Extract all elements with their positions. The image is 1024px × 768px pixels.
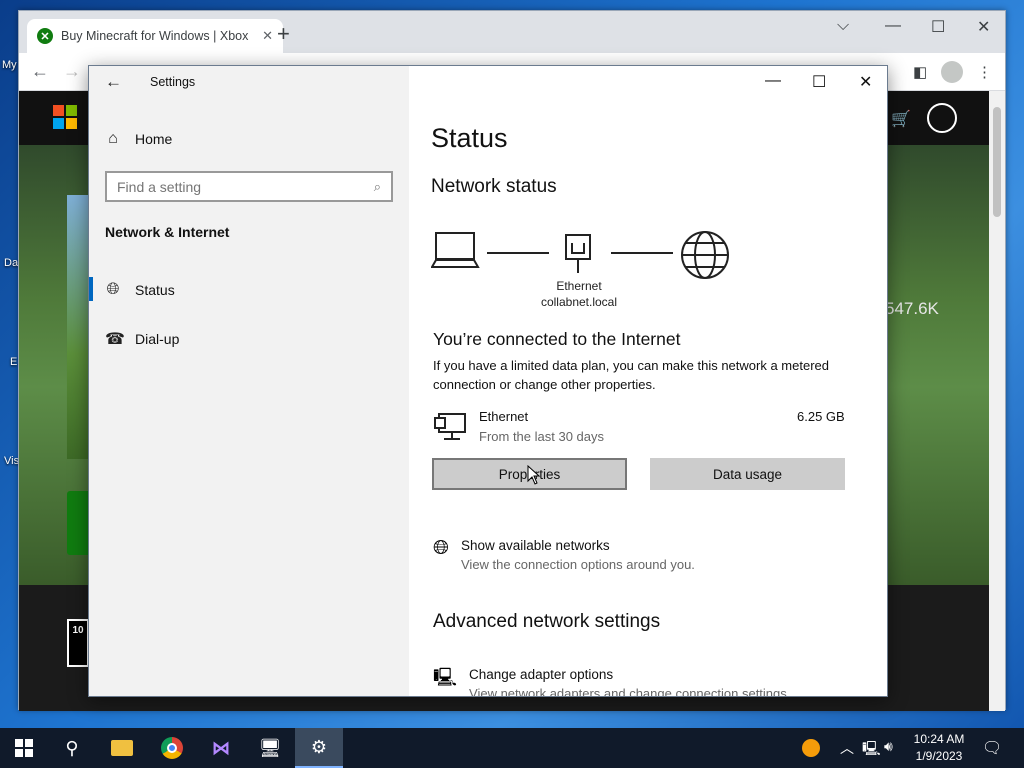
nav-item-dialup[interactable]: ☎︎ Dial-up xyxy=(105,329,179,349)
adapter-options-title[interactable]: Change adapter options xyxy=(469,667,790,682)
back-arrow-icon[interactable]: ← xyxy=(105,72,122,92)
dialup-phone-icon: ☎︎ xyxy=(105,331,125,348)
page-scrollbar[interactable] xyxy=(989,91,1005,711)
settings-content: — ☐ ✕ Status Network status Ethernet col… xyxy=(409,66,887,697)
adapter-options-desc: View network adapters and change connect… xyxy=(469,686,791,697)
network-tray-icon[interactable]: 🖳︎ xyxy=(862,738,881,762)
show-networks-link[interactable]: 🌐︎ Show available networks View the conn… xyxy=(433,538,695,572)
computer-icon xyxy=(431,232,480,268)
browser-tab-bar: ✕ Buy Minecraft for Windows | Xbox ✕ + ⌵… xyxy=(19,11,1005,53)
section-heading: Network & Internet xyxy=(105,224,230,240)
desktop-icon-label[interactable]: My xyxy=(2,59,17,71)
connection-line xyxy=(487,252,549,254)
cart-icon[interactable]: 🛒 xyxy=(891,109,911,129)
active-indicator xyxy=(89,277,93,301)
chrome-icon[interactable] xyxy=(148,728,196,768)
close-icon[interactable]: ✕ xyxy=(859,72,872,92)
settings-window: ← Settings ⌂ Home ⌕ Network & Internet 🌐… xyxy=(88,65,888,697)
ethernet-period: From the last 30 days xyxy=(479,429,604,444)
ethernet-name: Ethernet xyxy=(479,409,529,424)
tab-search-icon[interactable]: ⌵ xyxy=(837,17,849,35)
window-title: Settings xyxy=(150,75,196,89)
nav-home-label: Home xyxy=(135,131,173,147)
microsoft-logo-icon[interactable] xyxy=(53,105,77,129)
clock[interactable]: 10:24 AM 1/9/2023 xyxy=(906,731,972,765)
maximize-icon[interactable]: ☐ xyxy=(812,72,826,92)
nav-item-status[interactable]: 🌐︎ Status xyxy=(105,281,175,299)
start-button[interactable] xyxy=(0,728,48,768)
ethernet-usage: 6.25 GB xyxy=(797,409,845,424)
more-menu-icon[interactable]: ⋮ xyxy=(977,63,992,81)
nav-item-label: Dial-up xyxy=(135,331,180,347)
domain-label: collabnet.local xyxy=(540,295,618,309)
show-networks-title[interactable]: Show available networks xyxy=(461,538,695,553)
desktop-icon-label[interactable]: Da xyxy=(4,257,18,269)
desktop-icon-label[interactable]: Vis xyxy=(4,455,19,467)
adapter-monitor-icon: 🖳︎ xyxy=(433,667,458,687)
close-tab-icon[interactable]: ✕ xyxy=(262,28,273,44)
clock-time: 10:24 AM xyxy=(913,732,965,746)
ratings-count: 547.6K xyxy=(885,299,939,318)
search-icon[interactable]: ⌕ xyxy=(374,179,381,195)
chevron-up-icon[interactable]: ︿ xyxy=(840,738,854,758)
file-explorer-icon[interactable] xyxy=(98,728,146,768)
data-usage-button[interactable]: Data usage xyxy=(650,458,845,490)
adapter-options-link[interactable]: 🖳︎ Change adapter options View network a… xyxy=(433,667,791,697)
settings-sidebar: ← Settings ⌂ Home ⌕ Network & Internet 🌐… xyxy=(89,66,409,696)
connection-line xyxy=(611,252,673,254)
adapter-label: Ethernet xyxy=(556,279,602,293)
profile-avatar[interactable] xyxy=(941,61,963,83)
xbox-icon: ✕ xyxy=(37,28,53,44)
browser-tab[interactable]: ✕ Buy Minecraft for Windows | Xbox ✕ xyxy=(27,19,283,53)
back-icon[interactable]: ← xyxy=(31,61,49,82)
search-icon[interactable]: ⚲ xyxy=(48,728,96,768)
ethernet-icon xyxy=(565,234,591,273)
rating-badge: 10 xyxy=(67,619,89,667)
internet-globe-icon xyxy=(681,231,729,279)
minimize-icon[interactable]: — xyxy=(885,17,901,35)
side-panel-icon[interactable]: ◧ xyxy=(913,63,927,81)
browser-tab-title: Buy Minecraft for Windows | Xbox xyxy=(61,29,249,43)
nav-home[interactable]: ⌂ Home xyxy=(105,130,172,148)
taskbar: ⚲ ⋈ 🖥︎ ⚙ ︿ 🖳︎ 🔊︎ 10:24 AM 1/9/2023 🗨︎ xyxy=(0,728,1024,768)
scrollbar-thumb[interactable] xyxy=(993,107,1001,217)
mouse-cursor-icon xyxy=(527,465,541,485)
globe-icon: 🌐︎ xyxy=(106,281,120,298)
nav-item-label: Status xyxy=(135,282,175,298)
forward-icon[interactable]: → xyxy=(63,61,81,82)
account-icon[interactable] xyxy=(927,103,957,133)
minimize-icon[interactable]: — xyxy=(765,72,781,90)
visual-studio-icon[interactable]: ⋈ xyxy=(197,728,245,768)
connection-status-title: You’re connected to the Internet xyxy=(433,329,681,349)
windows-icon xyxy=(15,739,33,757)
home-icon: ⌂ xyxy=(108,130,118,147)
desktop-icon-label[interactable]: E xyxy=(10,356,17,368)
action-center-icon[interactable]: 🗨︎ xyxy=(982,738,1002,758)
search-box[interactable]: ⌕ xyxy=(105,171,393,202)
network-status-heading: Network status xyxy=(431,176,557,197)
new-tab-button[interactable]: + xyxy=(277,23,290,45)
volume-icon[interactable]: 🔊︎ xyxy=(884,738,893,755)
advanced-settings-heading: Advanced network settings xyxy=(433,611,661,632)
connection-status-desc: If you have a limited data plan, you can… xyxy=(433,358,829,392)
network-adapter-icon xyxy=(434,413,466,440)
clock-date: 1/9/2023 xyxy=(915,749,963,763)
search-input[interactable] xyxy=(117,178,357,195)
close-icon[interactable]: ✕ xyxy=(977,17,990,37)
globe-network-icon: 🌐︎ xyxy=(433,537,449,559)
maximize-icon[interactable]: ☐ xyxy=(931,17,945,37)
page-title: Status xyxy=(431,123,508,153)
notification-app-icon[interactable] xyxy=(802,739,820,757)
settings-gear-icon[interactable]: ⚙ xyxy=(295,728,343,768)
remote-desktop-icon[interactable]: 🖥︎ xyxy=(246,728,294,768)
show-networks-desc: View the connection options around you. xyxy=(461,557,695,572)
